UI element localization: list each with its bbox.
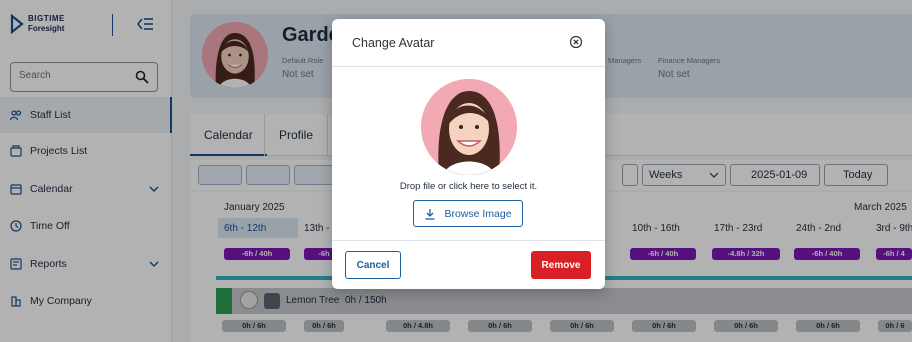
- download-icon: [425, 208, 435, 220]
- avatar-photo-icon: [421, 79, 517, 175]
- change-avatar-dialog: Change Avatar Drop file or click here to…: [332, 19, 605, 289]
- drop-zone-text[interactable]: Drop file or click here to select it.: [332, 181, 605, 192]
- browse-image-button[interactable]: Browse Image: [413, 200, 523, 227]
- dialog-header: Change Avatar: [332, 19, 605, 67]
- browse-image-label: Browse Image: [444, 207, 512, 220]
- dialog-title: Change Avatar: [352, 36, 435, 50]
- cancel-button[interactable]: Cancel: [345, 251, 401, 279]
- avatar-preview[interactable]: [421, 79, 517, 175]
- close-icon[interactable]: [569, 35, 583, 49]
- remove-button[interactable]: Remove: [531, 251, 591, 279]
- dialog-footer: Cancel Remove: [332, 240, 605, 289]
